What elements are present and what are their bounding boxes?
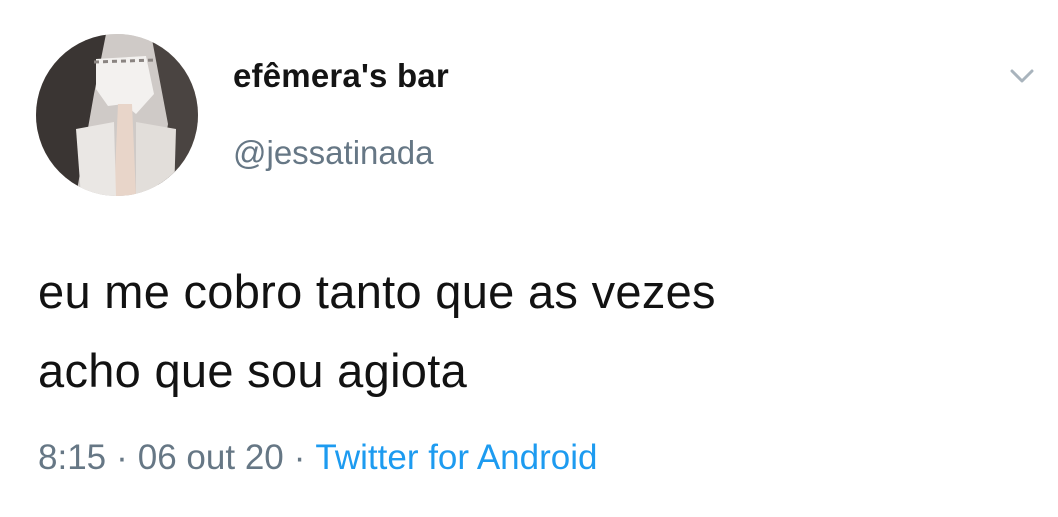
chevron-down-icon[interactable] [1002,60,1042,92]
display-name[interactable]: efêmera's bar [233,57,449,95]
tweet-text: eu me cobro tanto que as vezes acho que … [38,252,1038,410]
tweet-card: efêmera's bar @jessatinada eu me cobro t… [0,0,1058,517]
user-handle[interactable]: @jessatinada [233,134,433,172]
tweet-meta: 8:15 · 06 out 20 · Twitter for Android [38,438,597,478]
tweet-time[interactable]: 8:15 [38,438,106,477]
tweet-source-link[interactable]: Twitter for Android [315,438,597,477]
profile-photo-icon [36,34,198,196]
tweet-text-line: acho que sou agiota [38,344,468,397]
avatar[interactable] [36,34,198,196]
tweet-text-line: eu me cobro tanto que as vezes [38,265,716,318]
meta-separator: · [116,438,128,477]
meta-separator: · [293,438,306,477]
tweet-date[interactable]: 06 out 20 [138,438,284,477]
